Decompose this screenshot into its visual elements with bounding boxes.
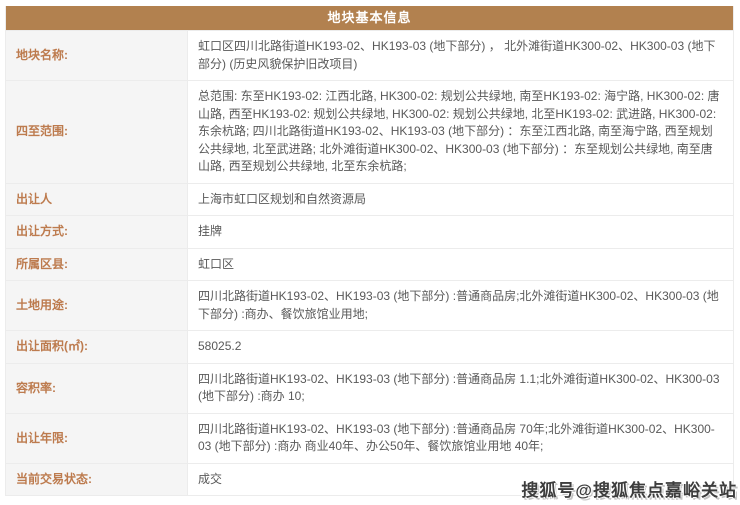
row-value-transfer-method: 挂牌 bbox=[188, 216, 733, 248]
table-row: 容积率: 四川北路街道HK193-02、HK193-03 (地下部分) :普通商… bbox=[6, 362, 733, 413]
row-value-district: 虹口区 bbox=[188, 249, 733, 281]
row-label-boundaries: 四至范围: bbox=[6, 81, 188, 183]
row-label-grantor: 出让人 bbox=[6, 183, 188, 215]
row-value-grantor: 上海市虹口区规划和自然资源局 bbox=[188, 184, 733, 216]
table-row: 四至范围: 总范围: 东至HK193-02: 江西北路, HK300-02: 规… bbox=[6, 80, 733, 183]
row-value-plot-ratio: 四川北路街道HK193-02、HK193-03 (地下部分) :普通商品房 1.… bbox=[188, 364, 733, 413]
row-value-text: 58025.2 bbox=[198, 339, 242, 353]
table-row: 当前交易状态: 成交 bbox=[6, 462, 733, 496]
row-value-text: 四川北路街道HK193-02、HK193-03 (地下部分) :普通商品房;北外… bbox=[198, 289, 719, 321]
row-value-land-use: 四川北路街道HK193-02、HK193-03 (地下部分) :普通商品房;北外… bbox=[188, 281, 733, 330]
row-value-transfer-area: 58025.2 bbox=[188, 331, 733, 363]
table-row: 地块名称: 虹口区四川北路街道HK193-02、HK193-03 (地下部分) … bbox=[6, 30, 733, 80]
row-value-text: 四川北路街道HK193-02、HK193-03 (地下部分) :普通商品房 70… bbox=[198, 421, 715, 454]
row-label-district: 所属区县: bbox=[6, 248, 188, 280]
row-label-parcel-name: 地块名称: bbox=[6, 31, 188, 80]
table-row: 土地用途: 四川北路街道HK193-02、HK193-03 (地下部分) :普通… bbox=[6, 280, 733, 330]
table-row: 出让人 上海市虹口区规划和自然资源局 bbox=[6, 182, 733, 216]
table-row: 所属区县: 虹口区 bbox=[6, 247, 733, 281]
table-row: 出让面积(㎡): 58025.2 bbox=[6, 330, 733, 363]
row-value-text: 虹口区四川北路街道HK193-02、HK193-03 (地下部分) ， 北外滩街… bbox=[198, 39, 716, 71]
table-row: 出让年限: 四川北路街道HK193-02、HK193-03 (地下部分) :普通… bbox=[6, 412, 733, 463]
row-value-text: 虹口区 bbox=[198, 256, 235, 271]
table-title: 地块基本信息 bbox=[6, 6, 733, 30]
row-value-text: 成交 bbox=[198, 471, 223, 486]
table-row: 出让方式: 挂牌 bbox=[6, 215, 733, 248]
row-label-transfer-method: 出让方式: bbox=[6, 216, 188, 248]
row-label-land-use: 土地用途: bbox=[6, 281, 188, 330]
row-value-boundaries: 总范围: 东至HK193-02: 江西北路, HK300-02: 规划公共绿地,… bbox=[188, 81, 733, 183]
row-label-plot-ratio: 容积率: bbox=[6, 363, 188, 413]
row-value-text: 四川北路街道HK193-02、HK193-03 (地下部分) :普通商品房 1.… bbox=[198, 371, 720, 404]
row-label-transfer-term: 出让年限: bbox=[6, 413, 188, 463]
row-label-transfer-area: 出让面积(㎡): bbox=[6, 331, 188, 363]
parcel-info-table: 地块基本信息 地块名称: 虹口区四川北路街道HK193-02、HK193-03 … bbox=[5, 6, 734, 496]
row-value-text: 总范围: 东至HK193-02: 江西北路, HK300-02: 规划公共绿地,… bbox=[198, 89, 720, 173]
row-value-parcel-name: 虹口区四川北路街道HK193-02、HK193-03 (地下部分) ， 北外滩街… bbox=[188, 31, 733, 80]
row-value-text: 挂牌 bbox=[198, 224, 223, 238]
row-value-transfer-term: 四川北路街道HK193-02、HK193-03 (地下部分) :普通商品房 70… bbox=[188, 414, 733, 463]
row-label-transaction-status: 当前交易状态: bbox=[6, 463, 188, 495]
row-value-text: 上海市虹口区规划和自然资源局 bbox=[198, 191, 367, 206]
row-value-transaction-status: 成交 bbox=[188, 464, 733, 496]
